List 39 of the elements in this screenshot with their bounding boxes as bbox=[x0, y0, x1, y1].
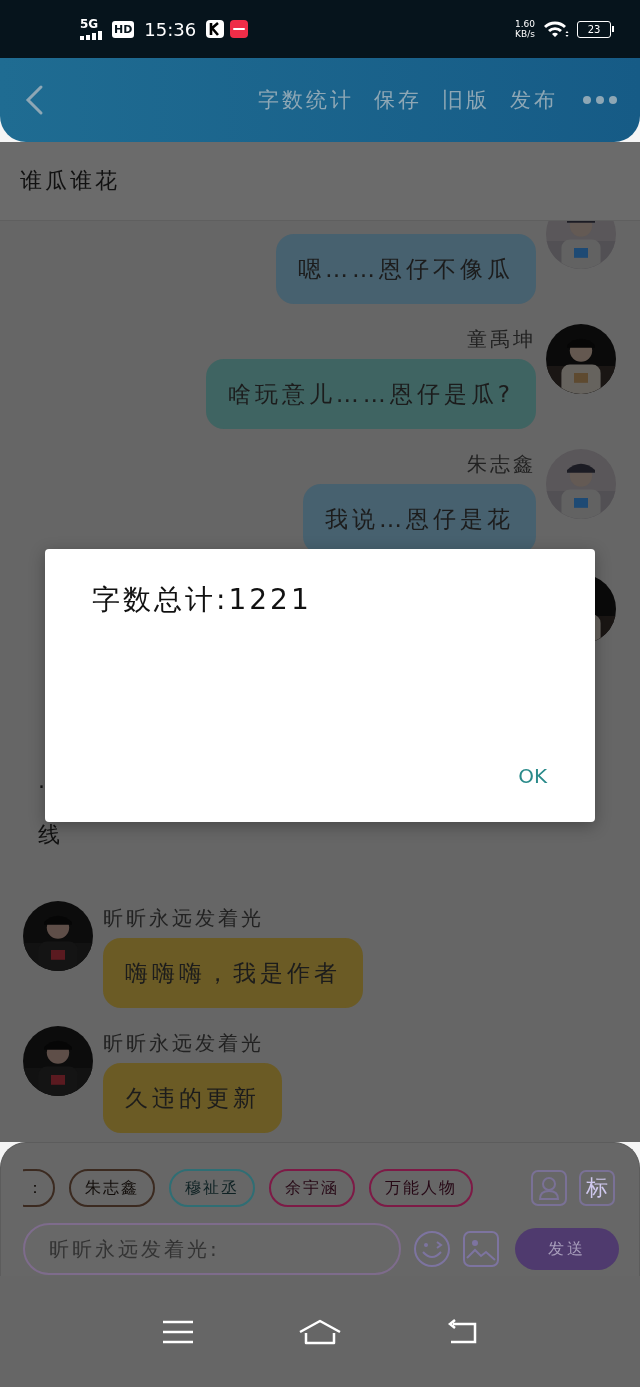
app-icon bbox=[230, 20, 249, 38]
character-tag[interactable]: ： bbox=[23, 1169, 55, 1207]
character-tag[interactable]: 穆祉丞 bbox=[169, 1169, 255, 1207]
sender-name: 昕昕永远发着光 bbox=[103, 1030, 265, 1057]
more-icon[interactable] bbox=[582, 95, 618, 105]
tag-button[interactable]: 标 bbox=[579, 1170, 615, 1206]
character-tag[interactable]: 万能人物 bbox=[369, 1169, 473, 1207]
message-bubble: 久违的更新 bbox=[103, 1063, 282, 1133]
character-tag[interactable]: 朱志鑫 bbox=[69, 1169, 155, 1207]
narration-text: · bbox=[38, 773, 45, 801]
back-icon[interactable] bbox=[447, 1318, 477, 1345]
narration-text: 线 bbox=[38, 821, 60, 849]
character-tag[interactable]: 余宇涵 bbox=[269, 1169, 355, 1207]
battery-level: 23 bbox=[577, 20, 611, 38]
back-icon[interactable] bbox=[24, 84, 44, 116]
wifi-icon bbox=[543, 20, 569, 38]
ok-button[interactable]: OK bbox=[510, 760, 555, 792]
header-action[interactable]: 旧版 bbox=[432, 86, 500, 114]
speed-unit: KB/s bbox=[515, 29, 535, 39]
clock-time: 15:36 bbox=[144, 18, 197, 40]
hd-badge: HD bbox=[112, 20, 135, 38]
sender-name: 昕昕永远发着光 bbox=[103, 905, 265, 932]
person-icon bbox=[538, 1176, 560, 1200]
dialog-message: 字数总计:1221 bbox=[92, 582, 313, 618]
header-action[interactable]: 发布 bbox=[500, 86, 568, 114]
header-action[interactable]: 字数统计 bbox=[248, 86, 364, 114]
message-bubble: 嗯……恩仔不像瓜 bbox=[276, 234, 536, 304]
sender-name: 朱志鑫 bbox=[467, 451, 536, 478]
message-bubble: 嗨嗨嗨，我是作者 bbox=[103, 938, 363, 1008]
sender-name: 童禹坤 bbox=[467, 326, 536, 353]
chat-title: 谁瓜谁花 bbox=[20, 167, 120, 195]
message-bubble: 啥玩意儿……恩仔是瓜? bbox=[205, 359, 536, 429]
send-button[interactable]: 发送 bbox=[515, 1228, 619, 1270]
menu-icon[interactable] bbox=[163, 1319, 193, 1344]
header-action[interactable]: 保存 bbox=[364, 86, 432, 114]
network-speed: 1.60 bbox=[514, 19, 535, 29]
home-icon[interactable] bbox=[299, 1318, 341, 1345]
network-label: 5G bbox=[80, 18, 100, 30]
app-icon bbox=[206, 20, 225, 38]
